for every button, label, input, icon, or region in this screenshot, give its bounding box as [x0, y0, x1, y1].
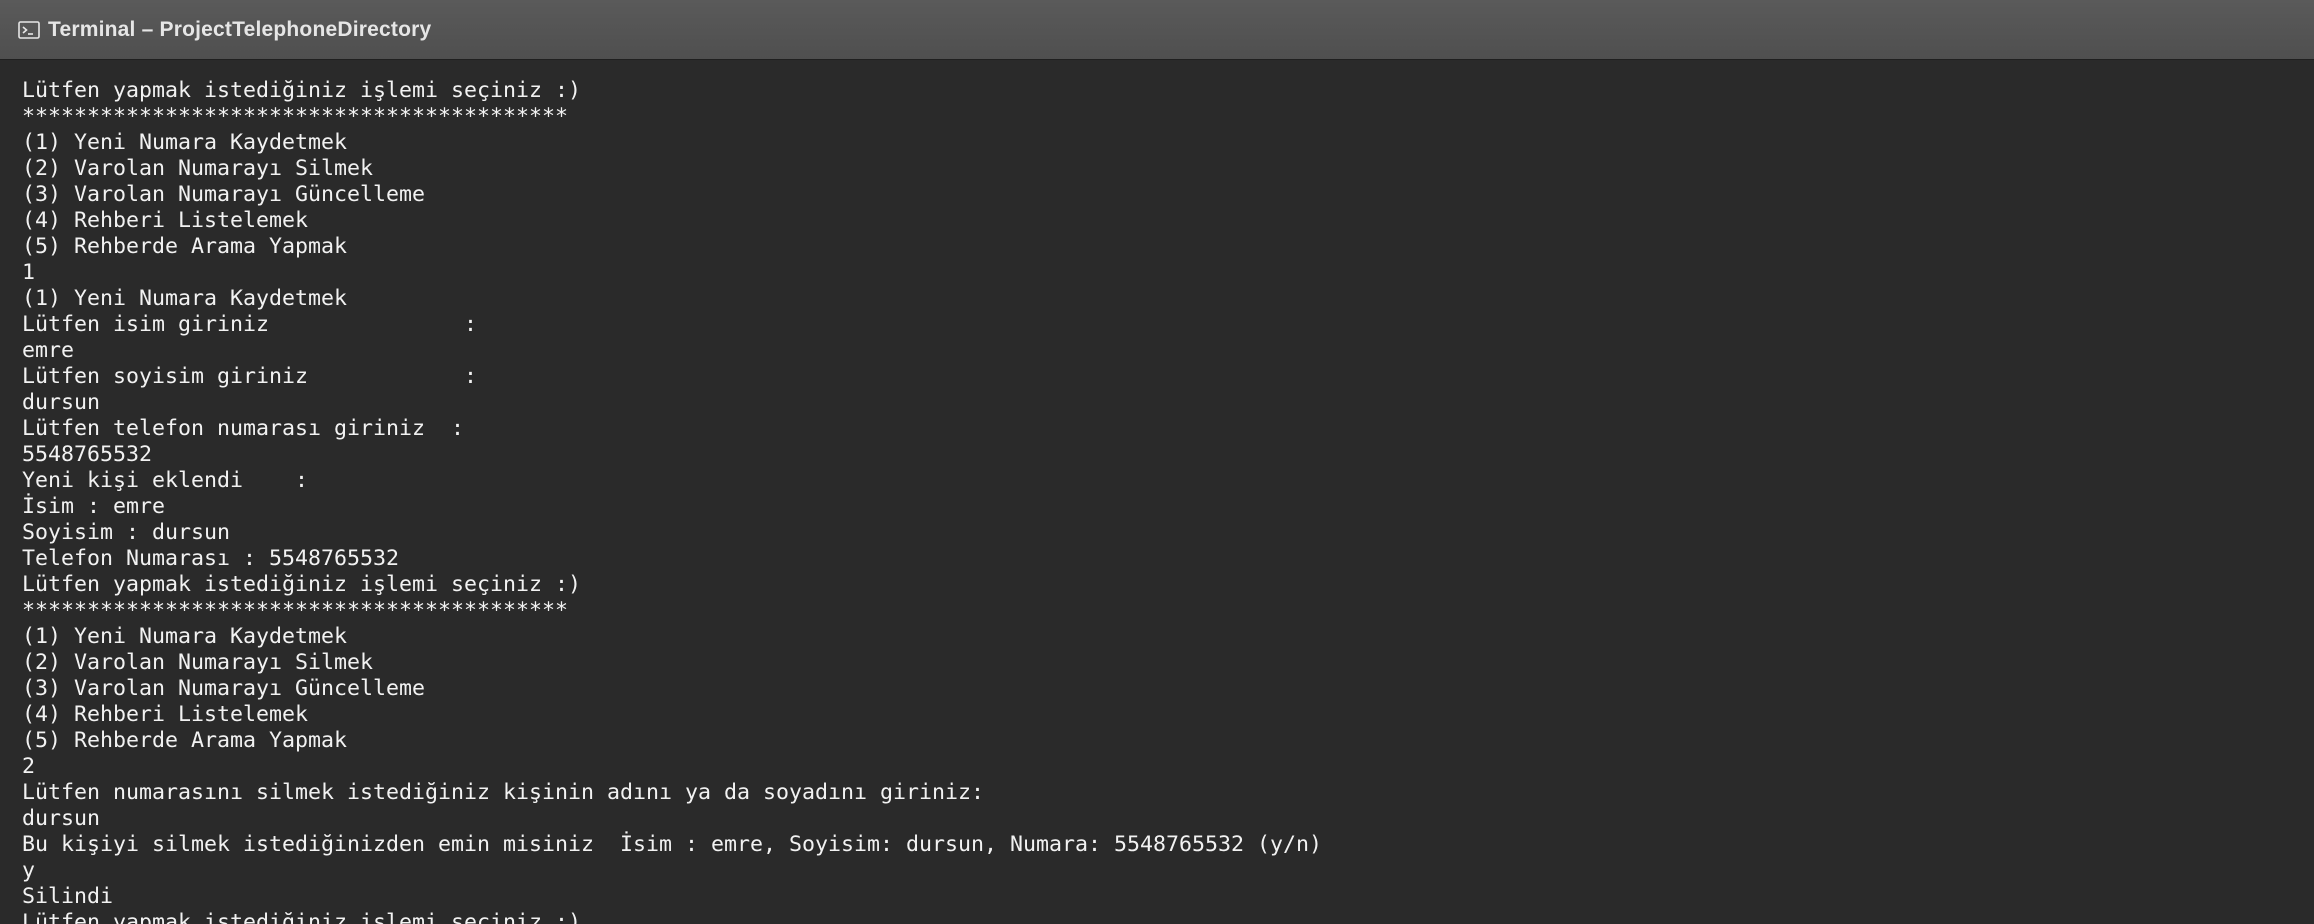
terminal-line: (1) Yeni Numara Kaydetmek [22, 624, 348, 649]
terminal-line: Lütfen yapmak istediğiniz işlemi seçiniz… [22, 572, 582, 597]
terminal-line: Yeni kişi eklendi : [22, 468, 309, 493]
terminal-icon [18, 20, 40, 39]
terminal-line: (3) Varolan Numarayı Güncelleme [22, 182, 426, 207]
terminal-line: Lütfen telefon numarası giriniz : [22, 416, 465, 441]
terminal-line: Lütfen soyisim giriniz : [22, 364, 478, 389]
terminal-line: Telefon Numarası : 5548765532 [22, 546, 400, 571]
terminal-line: Soyisim : dursun [22, 520, 231, 545]
terminal-line: 2 [22, 754, 36, 779]
terminal-line: (5) Rehberde Arama Yapmak [22, 234, 348, 259]
terminal-line: (2) Varolan Numarayı Silmek [22, 156, 374, 181]
terminal-output[interactable]: Lütfen yapmak istediğiniz işlemi seçiniz… [0, 61, 2314, 924]
terminal-line: ****************************************… [22, 104, 569, 129]
terminal-line: y [22, 858, 36, 883]
terminal-line: dursun [22, 390, 101, 415]
terminal-line: (1) Yeni Numara Kaydetmek [22, 130, 348, 155]
terminal-line: İsim : emre [22, 494, 166, 519]
terminal-line: (2) Varolan Numarayı Silmek [22, 650, 374, 675]
terminal-line: Lütfen yapmak istediğiniz işlemi seçiniz… [22, 910, 582, 924]
terminal-line: 1 [22, 260, 36, 285]
terminal-line: (1) Yeni Numara Kaydetmek [22, 286, 348, 311]
terminal-line: Lütfen isim giriniz : [22, 312, 478, 337]
terminal-line: (3) Varolan Numarayı Güncelleme [22, 676, 426, 701]
terminal-window: Terminal – ProjectTelephoneDirectory Lüt… [0, 0, 2314, 924]
terminal-line: emre [22, 338, 75, 363]
terminal-line: (4) Rehberi Listelemek [22, 208, 309, 233]
terminal-line: dursun [22, 806, 101, 831]
terminal-line: 5548765532 [22, 442, 153, 467]
title-bar[interactable]: Terminal – ProjectTelephoneDirectory [0, 0, 2314, 60]
terminal-line: (5) Rehberde Arama Yapmak [22, 728, 348, 753]
terminal-line: ****************************************… [22, 598, 569, 623]
window-title: Terminal – ProjectTelephoneDirectory [48, 17, 432, 41]
terminal-line: (4) Rehberi Listelemek [22, 702, 309, 727]
terminal-line: Bu kişiyi silmek istediğinizden emin mis… [22, 832, 1323, 857]
terminal-line: Lütfen numarasını silmek istediğiniz kiş… [22, 780, 985, 805]
terminal-line: Silindi [22, 884, 114, 909]
terminal-line: Lütfen yapmak istediğiniz işlemi seçiniz… [22, 78, 582, 103]
